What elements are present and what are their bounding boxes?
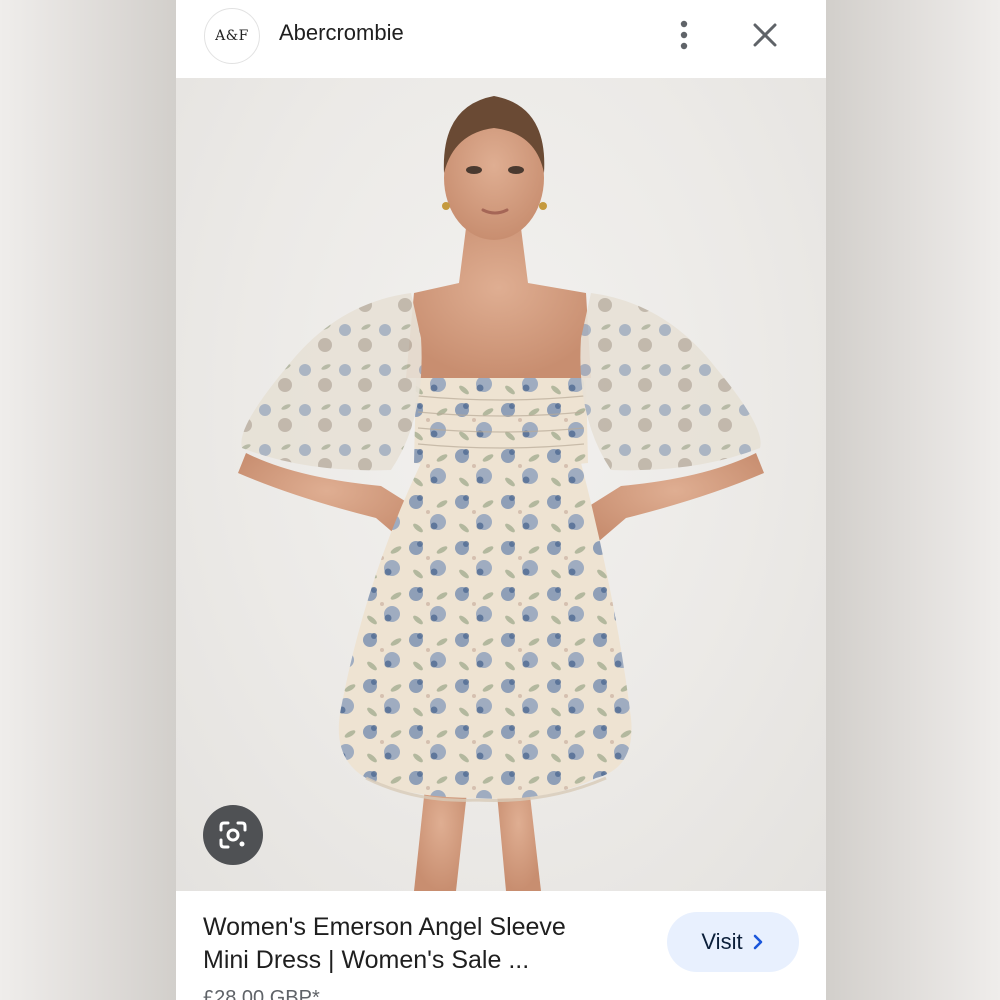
logo-text: A&F <box>215 28 249 44</box>
dress-model-illustration <box>238 96 764 891</box>
background-left <box>0 0 176 1000</box>
more-options-button[interactable] <box>672 18 696 52</box>
result-footer: Women's Emerson Angel Sleeve Mini Dress … <box>176 891 826 1000</box>
image-result-card: A&F Abercrombie Women's Emerson Angel Sl… <box>176 0 826 1000</box>
product-price: £28.00 GBP* <box>203 987 320 1000</box>
visit-button[interactable]: Visit <box>667 912 799 972</box>
lens-button[interactable] <box>203 805 263 865</box>
product-image[interactable] <box>176 78 826 891</box>
product-title-line1: Women's Emerson Angel Sleeve <box>203 913 566 941</box>
close-icon <box>753 23 777 47</box>
background-right <box>826 0 1000 1000</box>
chevron-right-icon <box>753 934 762 950</box>
close-button[interactable] <box>748 18 782 52</box>
source-name[interactable]: Abercrombie <box>279 20 404 46</box>
product-title-line2: Mini Dress | Women's Sale ... <box>203 946 530 974</box>
more-vertical-icon <box>680 20 688 50</box>
google-lens-icon <box>219 821 247 849</box>
product-title[interactable]: Women's Emerson Angel Sleeve Mini Dress … <box>203 911 623 977</box>
source-logo[interactable]: A&F <box>204 8 260 64</box>
result-header: A&F Abercrombie <box>176 0 826 78</box>
visit-label: Visit <box>701 929 743 954</box>
